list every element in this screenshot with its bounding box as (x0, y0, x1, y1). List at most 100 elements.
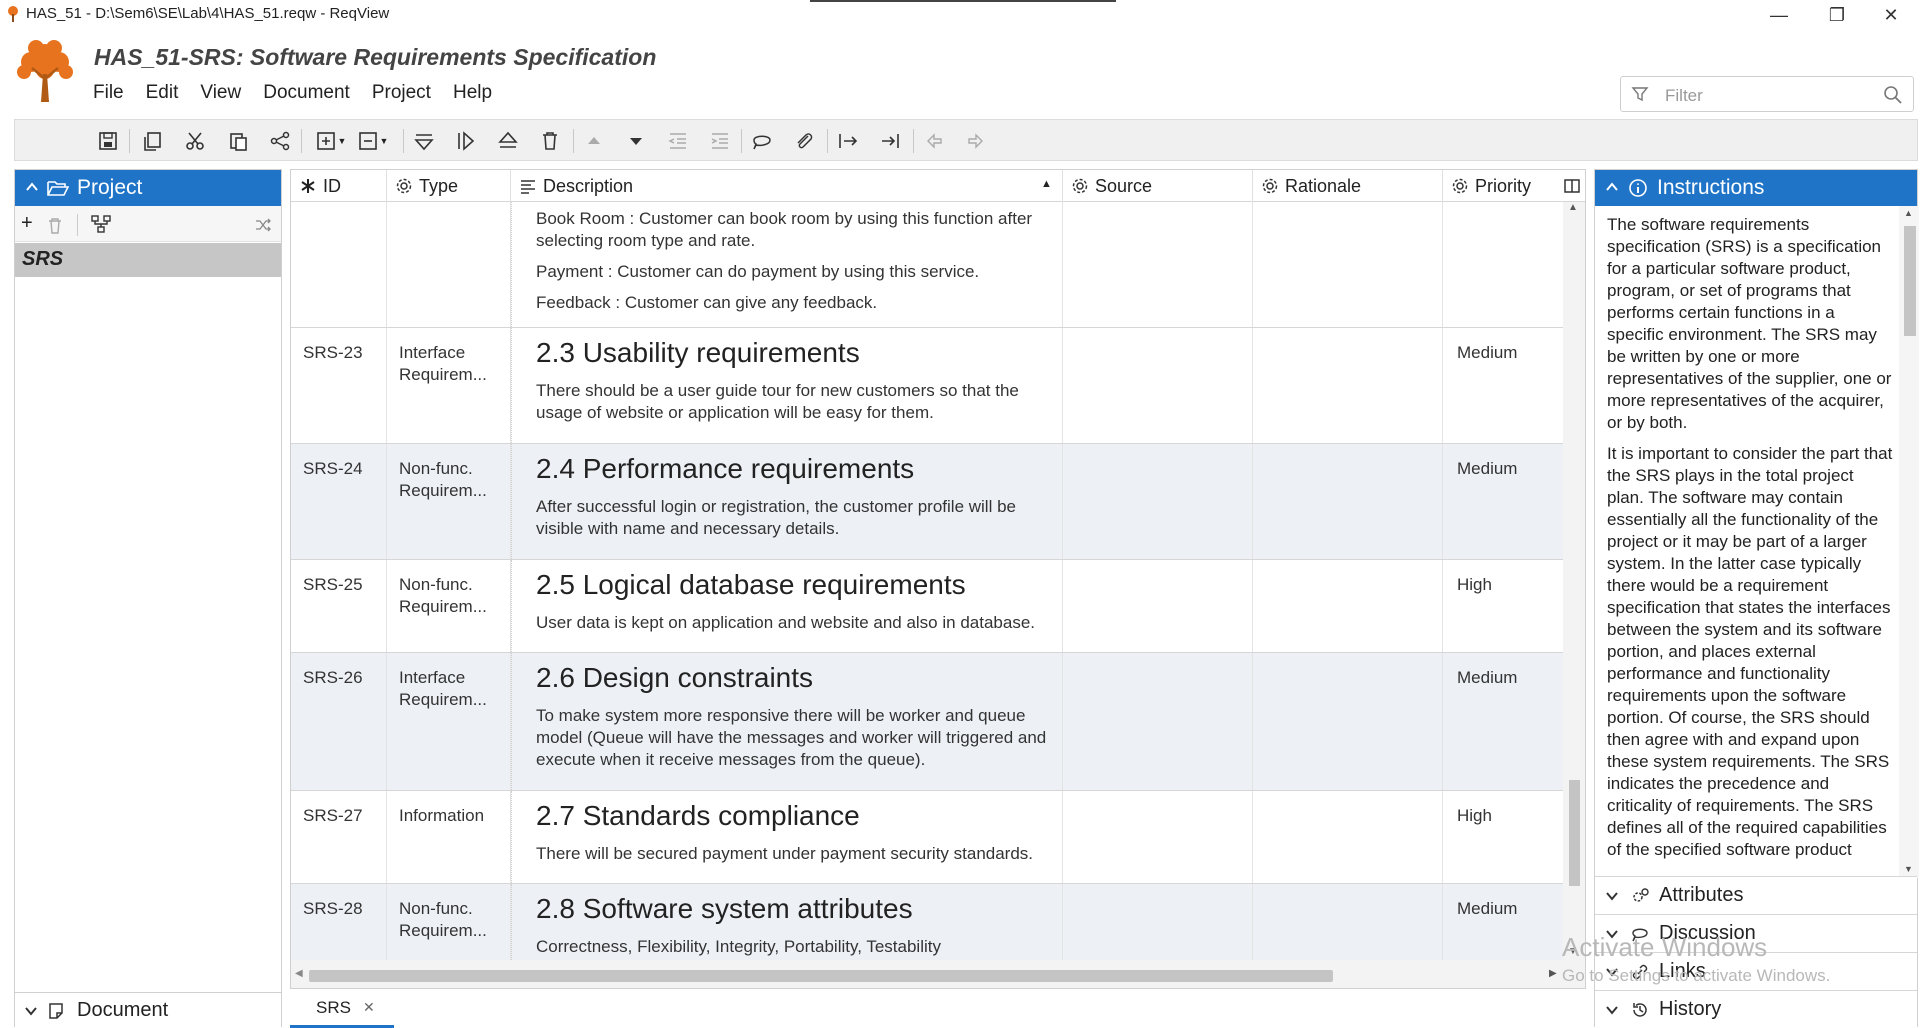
column-header-priority[interactable]: Priority (1443, 170, 1563, 202)
add-document-icon[interactable]: + (21, 212, 33, 235)
save-button[interactable] (95, 128, 121, 154)
remove-object-button[interactable]: ▼ (353, 128, 393, 154)
move-down-button[interactable] (623, 128, 649, 154)
scroll-left-icon[interactable]: ◀ (295, 968, 303, 979)
description-paragraph: Feedback : Customer can give any feedbac… (536, 293, 878, 312)
scroll-down-icon[interactable]: ▼ (1904, 864, 1913, 874)
toolbar-separator (573, 129, 574, 153)
scroll-right-icon[interactable]: ▶ (1549, 968, 1557, 979)
menu-edit[interactable]: Edit (135, 82, 190, 104)
column-header-rationale[interactable]: Rationale (1253, 170, 1443, 202)
cell-description[interactable]: 2.7 Standards compliance There will be s… (511, 791, 1063, 883)
link-from-button[interactable] (835, 128, 861, 154)
shuffle-icon[interactable] (255, 217, 271, 233)
cut-button[interactable] (182, 128, 208, 154)
cell-description[interactable]: 2.3 Usability requirements There should … (511, 328, 1063, 443)
cell-description[interactable]: 2.6 Design constraints To make system mo… (511, 653, 1063, 790)
close-icon[interactable]: ✕ (363, 999, 375, 1016)
tab-srs[interactable]: SRS ✕ (290, 990, 394, 1028)
arrow-right-bar-icon (839, 134, 858, 148)
filter-input[interactable]: Filter (1620, 76, 1914, 112)
table-row[interactable]: SRS-27 Information 2.7 Standards complia… (291, 791, 1563, 884)
table-row[interactable]: Book Room : Customer can book room by us… (291, 202, 1563, 328)
column-header-id[interactable]: ID (291, 170, 387, 202)
outdent-icon (668, 133, 686, 149)
document-item-srs[interactable]: SRS (15, 243, 281, 277)
search-icon[interactable] (1883, 85, 1903, 105)
column-header-type[interactable]: Type (387, 170, 511, 202)
cell-id: SRS-24 (291, 444, 387, 559)
back-button[interactable] (921, 128, 947, 154)
table-row[interactable]: SRS-26 Interface Requirem... 2.6 Design … (291, 653, 1563, 791)
section-history[interactable]: History (1595, 990, 1917, 1028)
cell-id: SRS-23 (291, 328, 387, 443)
share-button[interactable] (267, 128, 293, 154)
delete-button[interactable] (537, 128, 563, 154)
scrollbar-thumb[interactable] (1904, 226, 1916, 336)
cell-priority (1443, 202, 1563, 327)
document-title: HAS_51-SRS: Software Requirements Specif… (94, 44, 657, 70)
cell-source (1063, 653, 1253, 790)
insert-above-button[interactable] (495, 128, 521, 154)
instructions-scrollbar[interactable]: ▲ ▼ (1899, 206, 1919, 878)
scrollbar-thumb[interactable] (1569, 780, 1580, 886)
indent-button[interactable] (707, 128, 733, 154)
instructions-panel-header[interactable]: Instructions (1595, 170, 1917, 206)
cell-priority: High (1457, 575, 1492, 594)
cell-description[interactable]: 2.4 Performance requirements After succe… (511, 444, 1063, 559)
requirement-heading: 2.4 Performance requirements (536, 453, 915, 484)
cell-id (291, 202, 387, 327)
menu-file[interactable]: File (82, 82, 135, 104)
scrollbar-thumb[interactable] (309, 970, 1333, 982)
table-row[interactable]: SRS-28 Non-func. Requirem... 2.8 Softwar… (291, 884, 1563, 960)
gear-icon (1452, 178, 1468, 194)
arrow-left-icon (927, 133, 942, 149)
table-vertical-scrollbar[interactable]: ▲ ▼ (1563, 202, 1585, 960)
cell-description[interactable]: 2.5 Logical database requirements User d… (511, 560, 1063, 652)
table-row[interactable]: SRS-23 Interface Requirem... 2.3 Usabili… (291, 328, 1563, 444)
cell-rationale (1253, 328, 1443, 443)
columns-toggle-icon[interactable] (1563, 177, 1581, 195)
info-icon (1629, 179, 1647, 197)
table-row[interactable]: SRS-25 Non-func. Requirem... 2.5 Logical… (291, 560, 1563, 653)
comment-button[interactable] (749, 128, 775, 154)
requirement-heading: 2.3 Usability requirements (536, 337, 860, 368)
paste-button[interactable] (225, 128, 251, 154)
move-up-button[interactable] (581, 128, 607, 154)
scroll-up-icon[interactable]: ▲ (1904, 208, 1913, 218)
menu-view[interactable]: View (189, 82, 252, 104)
sort-ascending-icon[interactable]: ▲ (1041, 178, 1052, 190)
document-panel-header[interactable]: Document (15, 992, 281, 1028)
close-icon: ✕ (1883, 4, 1899, 25)
outdent-button[interactable] (665, 128, 691, 154)
trash-icon[interactable] (47, 218, 63, 234)
insert-below-icon (414, 134, 434, 151)
copy-button[interactable] (139, 128, 165, 154)
toolbar-separator (913, 129, 914, 153)
table-horizontal-scrollbar[interactable]: ◀ ▶ (291, 960, 1585, 988)
minimize-button[interactable]: — (1750, 0, 1808, 30)
menu-project[interactable]: Project (361, 82, 442, 104)
menu-help[interactable]: Help (442, 82, 503, 104)
reqview-app-icon (8, 6, 18, 22)
link-to-button[interactable] (877, 128, 903, 154)
insert-below-button[interactable] (411, 128, 437, 154)
insert-right-button[interactable] (453, 128, 479, 154)
cell-description[interactable]: Book Room : Customer can book room by us… (511, 202, 1063, 327)
attach-button[interactable] (791, 128, 817, 154)
hierarchy-icon[interactable] (91, 215, 111, 233)
add-object-button[interactable]: ▼ (311, 128, 351, 154)
column-header-description[interactable]: Description ▲ (511, 170, 1063, 202)
cell-description[interactable]: 2.8 Software system attributes Correctne… (511, 884, 1063, 960)
restore-button[interactable]: ❐ (1808, 0, 1866, 30)
project-panel-header[interactable]: Project (15, 170, 281, 206)
forward-button[interactable] (963, 128, 989, 154)
cell-type: Non-func. Requirem... (387, 884, 511, 960)
close-window-button[interactable]: ✕ (1862, 0, 1920, 30)
document-panel-title: Document (77, 999, 169, 1021)
scroll-up-icon[interactable]: ▲ (1568, 202, 1578, 213)
table-row[interactable]: SRS-24 Non-func. Requirem... 2.4 Perform… (291, 444, 1563, 560)
section-attributes[interactable]: Attributes (1595, 876, 1917, 914)
column-header-source[interactable]: Source (1063, 170, 1253, 202)
menu-document[interactable]: Document (252, 82, 361, 104)
